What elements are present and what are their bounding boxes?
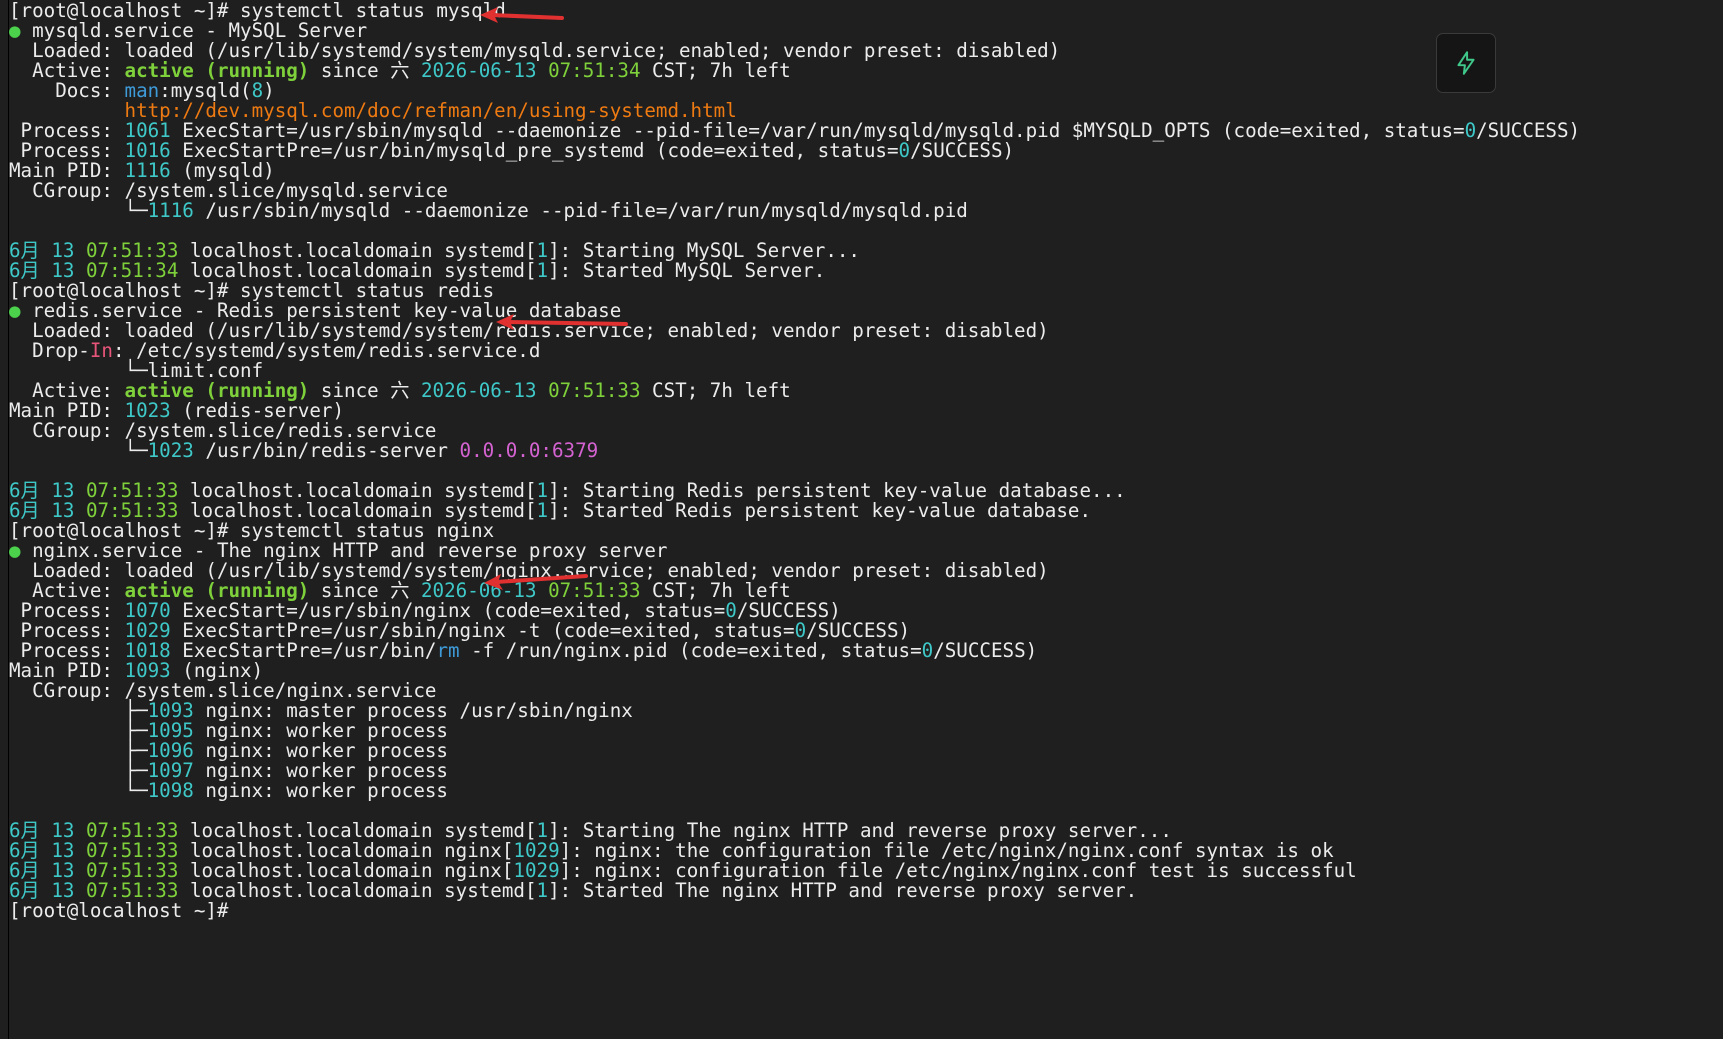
red-annotation-arrow-icon — [496, 314, 628, 330]
cgroup-tree-item: └─1116 /usr/sbin/mysqld --daemonize --pi… — [9, 199, 968, 222]
cgroup-tree-item: └─1023 /usr/bin/redis-server 0.0.0.0:637… — [9, 439, 599, 462]
red-annotation-arrow-icon — [484, 574, 588, 590]
cgroup-tree-item: └─1098 nginx: worker process — [9, 779, 448, 802]
lightning-bolt-button[interactable] — [1436, 33, 1496, 93]
terminal-window[interactable]: [root@localhost ~]# systemctl status mys… — [8, 0, 1723, 1039]
prompt-line-current[interactable]: [root@localhost ~]# — [9, 900, 240, 922]
red-annotation-arrow-icon — [480, 7, 564, 23]
lightning-bolt-icon — [1457, 51, 1475, 75]
